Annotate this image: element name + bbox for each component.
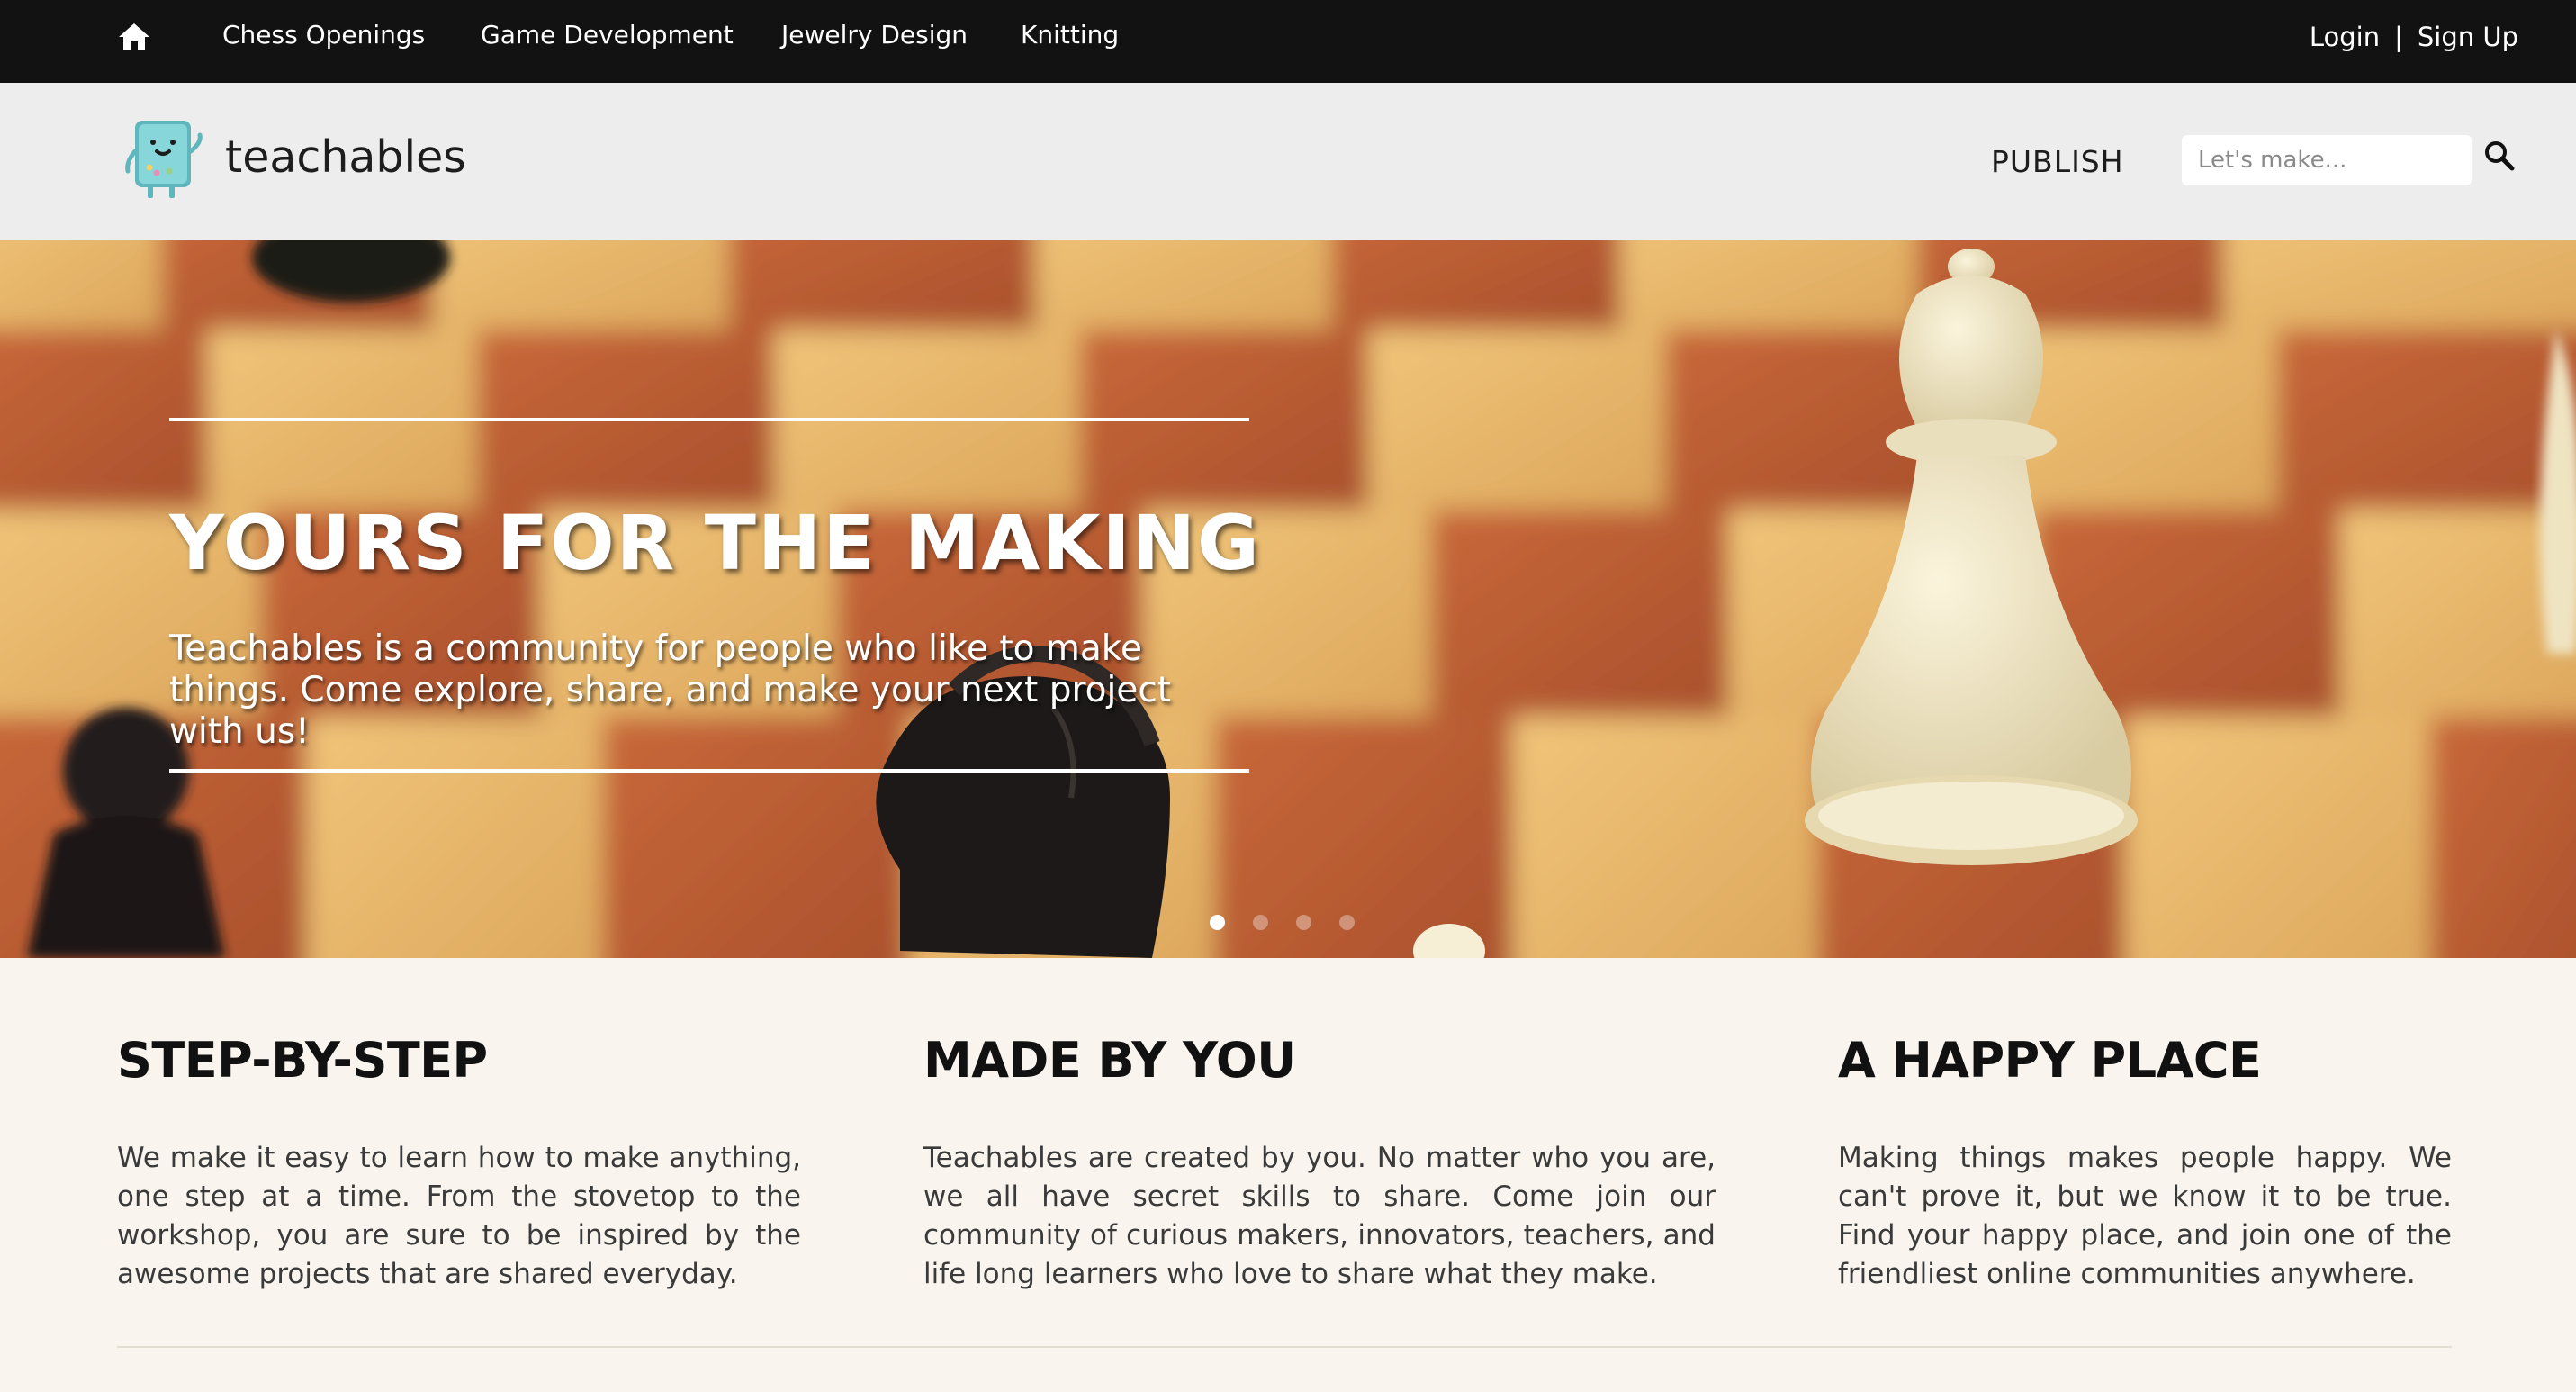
feature-title: A HAPPY PLACE: [1838, 1032, 2262, 1089]
carousel-indicators: [1210, 915, 1372, 936]
login-link[interactable]: Login: [2310, 22, 2380, 52]
feature-made-by-you: MADE BY YOU Teachables are created by yo…: [923, 1032, 1716, 1294]
carousel-dot-3[interactable]: [1296, 915, 1311, 930]
teachables-robot-logo[interactable]: [122, 115, 205, 202]
hero-subtitle: Teachables is a community for people who…: [169, 628, 1172, 752]
signup-link[interactable]: Sign Up: [2418, 22, 2518, 52]
nav-link-knitting[interactable]: Knitting: [1021, 20, 1119, 50]
home-icon[interactable]: [117, 22, 151, 52]
features-section: STEP-BY-STEP We make it easy to learn ho…: [0, 958, 2576, 1392]
feature-step-by-step: STEP-BY-STEP We make it easy to learn ho…: [117, 1032, 801, 1294]
feature-text: We make it easy to learn how to make any…: [117, 1142, 801, 1290]
feature-title: STEP-BY-STEP: [117, 1032, 488, 1089]
nav-link-game-development[interactable]: Game Development: [481, 20, 734, 50]
nav-link-jewelry-design[interactable]: Jewelry Design: [781, 20, 968, 50]
brand-name[interactable]: teachables: [225, 131, 466, 183]
site-header: teachables PUBLISH: [0, 83, 2576, 240]
hero-carousel: YOURS FOR THE MAKING Teachables is a com…: [0, 240, 2576, 958]
hero-title: YOURS FOR THE MAKING: [169, 499, 1262, 587]
feature-title: MADE BY YOU: [923, 1032, 1296, 1089]
auth-separator: |: [2394, 22, 2403, 52]
search-input[interactable]: [2182, 135, 2472, 185]
auth-links: Login | Sign Up: [2310, 22, 2518, 52]
feature-happy-place: A HAPPY PLACE Making things makes people…: [1838, 1032, 2452, 1294]
carousel-dot-1[interactable]: [1210, 915, 1225, 930]
feature-text: Teachables are created by you. No matter…: [923, 1142, 1716, 1290]
hero-chessboard-image: [0, 240, 2576, 958]
hero-bottom-rule: [169, 769, 1249, 773]
search-icon[interactable]: [2482, 139, 2517, 173]
carousel-dot-2[interactable]: [1253, 915, 1268, 930]
section-divider: [117, 1346, 2452, 1348]
nav-link-chess-openings[interactable]: Chess Openings: [222, 20, 425, 50]
publish-button[interactable]: PUBLISH: [1991, 144, 2124, 179]
hero-top-rule: [169, 418, 1249, 421]
top-navigation-bar: Chess Openings Game Development Jewelry …: [0, 0, 2576, 83]
feature-text: Making things makes people happy. We can…: [1838, 1142, 2452, 1290]
carousel-dot-4[interactable]: [1339, 915, 1355, 930]
